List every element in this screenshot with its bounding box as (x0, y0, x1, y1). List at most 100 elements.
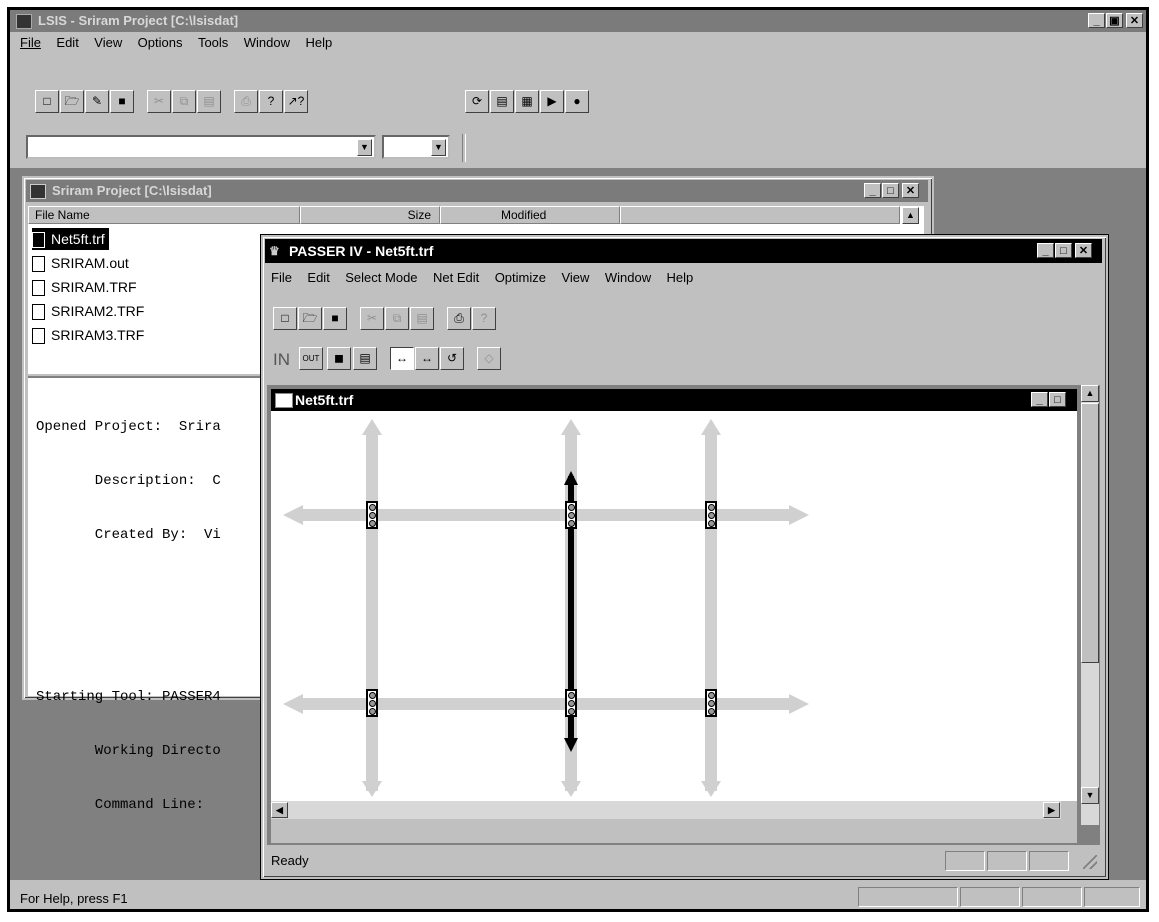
passer-minimize-button[interactable]: _ (1037, 243, 1054, 258)
chevron-down-icon[interactable]: ▼ (357, 139, 372, 156)
paste-icon[interactable]: ▤ (410, 307, 434, 330)
scroll-up-arrow-icon[interactable]: ▲ (1081, 385, 1099, 402)
project-maximize-button[interactable]: □ (882, 183, 899, 198)
lsis-menu-tools[interactable]: Tools (198, 35, 228, 50)
passer-menu-optimize[interactable]: Optimize (495, 270, 546, 285)
save-icon[interactable]: ■ (110, 90, 134, 113)
lsis-menu-file[interactable]: File (20, 35, 41, 50)
project-close-button[interactable]: ✕ (902, 183, 919, 198)
arrow-right-bottom (789, 694, 809, 714)
traffic-light-icon[interactable] (705, 501, 717, 529)
passer-maximize-button[interactable]: □ (1055, 243, 1072, 258)
paste-icon[interactable]: ▤ (197, 90, 221, 113)
list-item[interactable]: Net5ft.trf (32, 228, 109, 250)
list-item[interactable]: SRIRAM.TRF (32, 276, 137, 298)
list-item[interactable]: SRIRAM3.TRF (32, 324, 144, 346)
document-maximize-button[interactable]: □ (1049, 392, 1066, 407)
lsis-minimize-button[interactable]: _ (1088, 13, 1105, 28)
log-text: Opened Project: Srira Description: C Cre… (36, 419, 221, 813)
lsis-menu-help[interactable]: Help (305, 35, 332, 50)
passer-title-bar[interactable]: ♛ PASSER IV - Net5ft.trf _ □ ✕ (265, 239, 1102, 263)
tool-combo[interactable]: ▼ (382, 135, 450, 159)
document-title-bar[interactable]: Net5ft.trf _ □ (271, 389, 1077, 411)
project-title-bar[interactable]: Sriram Project [C:\lsisdat] _ □ ✕ (26, 180, 928, 202)
report-icon[interactable]: ▤ (490, 90, 514, 113)
passer-menu-view[interactable]: View (561, 270, 589, 285)
help-icon[interactable]: ? (472, 307, 496, 330)
list-item[interactable]: SRIRAM2.TRF (32, 300, 144, 322)
lsis-title: LSIS - Sriram Project [C:\lsisdat] (38, 13, 239, 28)
refresh-icon[interactable]: ⟳ (465, 90, 489, 113)
traffic-light-icon[interactable] (366, 689, 378, 717)
copy-icon[interactable]: ⧉ (385, 307, 409, 330)
passer-menu-select-mode[interactable]: Select Mode (345, 270, 417, 285)
open-folder-icon[interactable]: 🗁 (298, 307, 322, 330)
node-icon[interactable]: ◼ (327, 347, 351, 370)
lsis-restore-button[interactable]: ▣ (1106, 13, 1123, 28)
road-right-vertical[interactable] (705, 431, 717, 791)
save-icon[interactable]: ■ (323, 307, 347, 330)
passer-menu-help[interactable]: Help (667, 270, 694, 285)
two-way-link-icon[interactable]: ↔ (415, 347, 439, 370)
turn-movement-icon[interactable]: ↺ (440, 347, 464, 370)
context-help-icon[interactable]: ↗? (284, 90, 308, 113)
traffic-light-icon[interactable] (366, 501, 378, 529)
vertical-scrollbar[interactable]: ▲ ▼ (1081, 385, 1099, 825)
link-icon[interactable]: ▤ (353, 347, 377, 370)
traffic-light-icon[interactable]: ● (565, 90, 589, 113)
passer-close-button[interactable]: ✕ (1075, 243, 1092, 258)
lsis-menu-window[interactable]: Window (244, 35, 290, 50)
lsis-menu-edit[interactable]: Edit (56, 35, 78, 50)
scroll-up-arrow-icon[interactable]: ▲ (902, 207, 919, 224)
column-header-modified[interactable]: Modified (440, 206, 620, 224)
status-field (858, 887, 958, 907)
cut-icon[interactable]: ✂ (360, 307, 384, 330)
copy-icon[interactable]: ⧉ (172, 90, 196, 113)
print-icon[interactable]: ⎙ (447, 307, 471, 330)
passer-menu-window[interactable]: Window (605, 270, 651, 285)
edit-document-icon[interactable]: ✎ (85, 90, 109, 113)
lsis-title-bar[interactable]: LSIS - Sriram Project [C:\lsisdat] _ ▣ ✕ (10, 10, 1146, 32)
passer-menu-net-edit[interactable]: Net Edit (433, 270, 479, 285)
in-button[interactable]: IN (273, 348, 295, 372)
selected-link-arrow-up (564, 471, 578, 485)
help-icon[interactable]: ? (259, 90, 283, 113)
cut-icon[interactable]: ✂ (147, 90, 171, 113)
traffic-light-icon[interactable] (565, 501, 577, 529)
scroll-right-arrow-icon[interactable]: ▶ (1043, 802, 1060, 818)
scroll-down-arrow-icon[interactable]: ▼ (1081, 787, 1099, 804)
project-combo[interactable]: ▼ (26, 135, 376, 159)
lsis-close-button[interactable]: ✕ (1126, 13, 1143, 28)
network-canvas[interactable] (271, 411, 1077, 801)
screen-frame: LSIS - Sriram Project [C:\lsisdat] _ ▣ ✕… (7, 7, 1149, 912)
lsis-menu-view[interactable]: View (94, 35, 122, 50)
passer-menu-edit[interactable]: Edit (307, 270, 329, 285)
scroll-left-arrow-icon[interactable]: ◀ (271, 802, 288, 818)
traffic-light-icon[interactable] (565, 689, 577, 717)
traffic-light-icon[interactable] (705, 689, 717, 717)
open-folder-icon[interactable]: 🗁 (60, 90, 84, 113)
signal-timing-icon[interactable]: ▶ (540, 90, 564, 113)
document-minimize-button[interactable]: _ (1031, 392, 1048, 407)
column-header-file-name[interactable]: File Name (28, 206, 300, 224)
print-icon[interactable]: ⎙ (234, 90, 258, 113)
road-left-vertical[interactable] (366, 431, 378, 791)
project-minimize-button[interactable]: _ (864, 183, 881, 198)
network-icon[interactable]: ▦ (515, 90, 539, 113)
diamond-icon[interactable]: ◇ (477, 347, 501, 370)
new-file-icon[interactable]: □ (273, 307, 297, 330)
lsis-menu-options[interactable]: Options (138, 35, 183, 50)
select-link-icon[interactable]: ↔ (390, 347, 414, 370)
list-item[interactable]: SRIRAM.out (32, 252, 129, 274)
column-header-size[interactable]: Size (300, 206, 440, 224)
new-file-icon[interactable]: □ (35, 90, 59, 113)
chevron-down-icon[interactable]: ▼ (431, 139, 446, 156)
horizontal-scrollbar[interactable]: ◀ ▶ (271, 801, 1061, 819)
passer-menu-file[interactable]: File (271, 270, 292, 285)
out-button[interactable]: OUT (299, 347, 323, 370)
project-title: Sriram Project [C:\lsisdat] (52, 183, 212, 198)
resize-grip-icon[interactable] (1083, 855, 1097, 869)
arrow-right-top (789, 505, 809, 525)
arrow-down-right (701, 781, 721, 797)
scroll-thumb[interactable] (1081, 403, 1099, 663)
